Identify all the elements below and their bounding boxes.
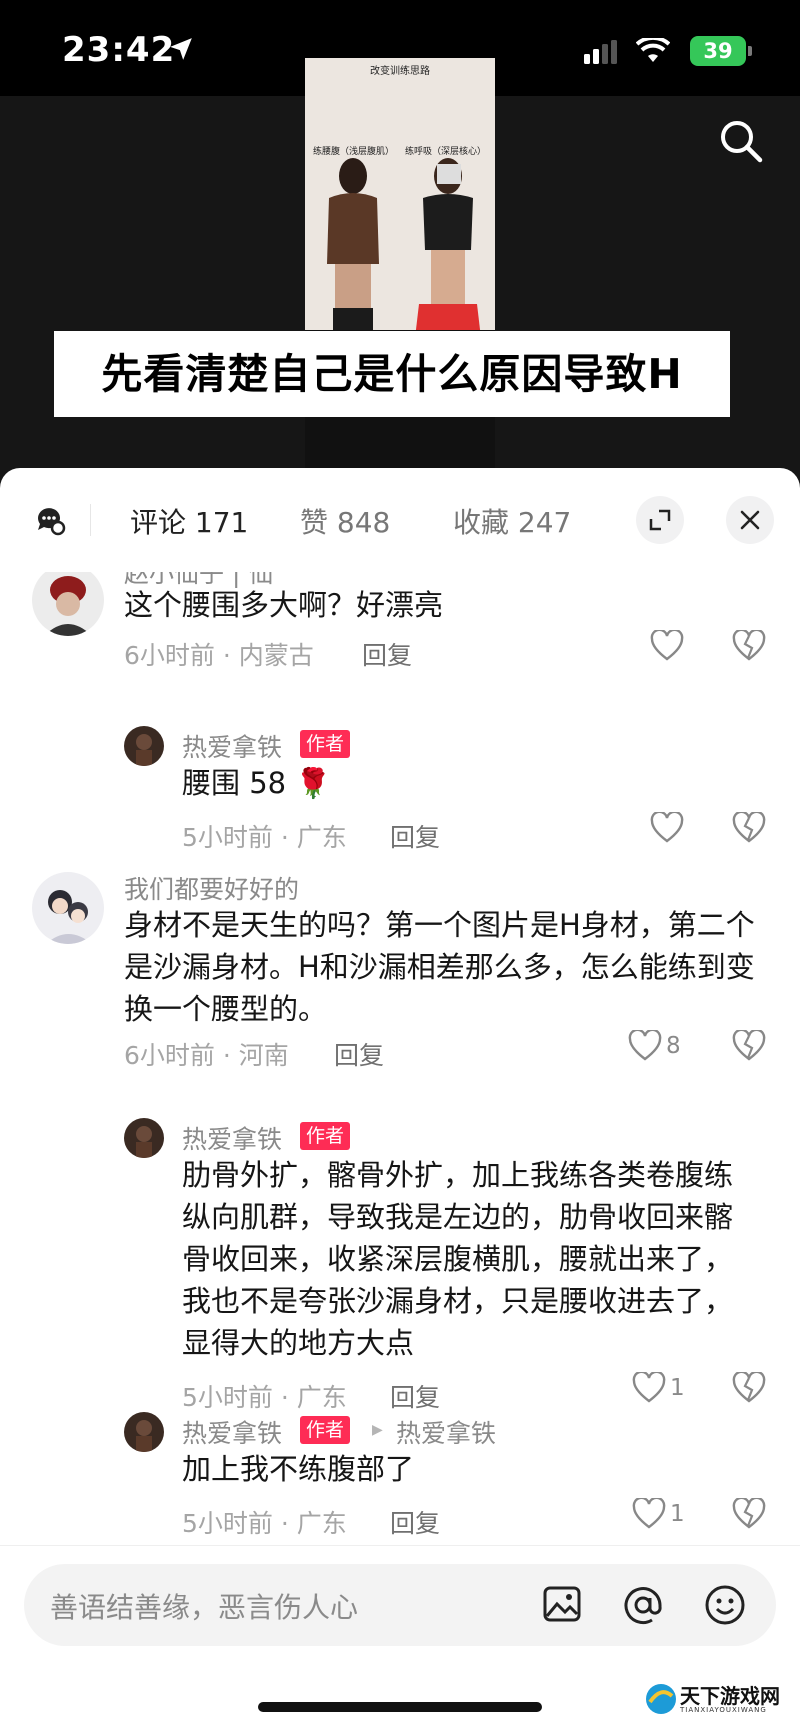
reply-to-arrow-icon: ▶ [372, 1422, 383, 1438]
broken-heart-icon[interactable] [732, 630, 766, 662]
comment-time-location: 6小时前 · 河南 [124, 1041, 289, 1070]
comment-username[interactable]: 我们都要好好的 [124, 870, 299, 906]
home-indicator[interactable] [258, 1702, 542, 1712]
like-count: 8 [666, 1033, 681, 1059]
comment-input[interactable]: 善语结善缘，恶言伤人心 [24, 1564, 776, 1646]
comment-sheet: 评论 171 赞 848 收藏 247 赵小仙子 | 仙 这个腰围多大啊？好漂亮… [0, 468, 800, 1731]
watermark-subtext: TIANXIAYOUXIWANG [680, 1706, 767, 1714]
header-divider [90, 504, 91, 536]
emoji-icon[interactable] [704, 1584, 746, 1626]
close-icon [740, 510, 760, 530]
sheet-header: 评论 171 赞 848 收藏 247 [0, 468, 800, 572]
like-button[interactable] [650, 630, 688, 662]
watermark-logo: 天下游戏网 TIANXIAYOUXIWANG [640, 1678, 800, 1728]
like-count: 1 [670, 1501, 685, 1527]
broken-heart-icon[interactable] [732, 1030, 766, 1062]
tab-comments[interactable]: 评论 171 [130, 501, 248, 541]
reply-username[interactable]: 热爱拿铁 [182, 728, 282, 764]
battery-indicator: 39 [690, 36, 746, 66]
avatar[interactable] [32, 572, 104, 636]
status-time: 23:42 [62, 30, 176, 70]
comment-list: 赵小仙子 | 仙 这个腰围多大啊？好漂亮 6小时前 · 内蒙古 回复 热爱拿铁 … [0, 572, 800, 1572]
reply-text: 肋骨外扩，髂骨外扩，加上我练各类卷腹练纵向肌群，导致我是左边的，肋骨收回来髂骨收… [182, 1158, 734, 1360]
comment-time-location: 6小时前 · 内蒙古 [124, 641, 314, 670]
author-badge: 作者 [300, 730, 351, 758]
image-icon[interactable] [542, 1584, 582, 1624]
watermark-icon [646, 1684, 676, 1714]
reply-username[interactable]: 热爱拿铁 [182, 1120, 282, 1156]
author-badge: 作者 [300, 1416, 351, 1444]
reply-text-content: 腰围 58 [182, 766, 287, 800]
chat-settings-icon[interactable] [34, 504, 66, 536]
reply-time-location: 5小时前 · 广东 [182, 1383, 347, 1412]
at-icon[interactable] [622, 1584, 664, 1626]
avatar[interactable] [124, 1412, 164, 1452]
figure-left-image [327, 158, 379, 330]
reply-button[interactable]: 回复 [334, 1036, 384, 1072]
reply-button[interactable]: 回复 [390, 1504, 440, 1540]
heart-icon [628, 1030, 662, 1061]
tab-likes[interactable]: 赞 848 [300, 501, 390, 541]
reply-button[interactable]: 回复 [362, 636, 412, 672]
author-badge: 作者 [300, 1122, 351, 1150]
like-button[interactable]: 8 [628, 1030, 681, 1062]
broken-heart-icon[interactable] [732, 1498, 766, 1530]
expand-icon [649, 509, 671, 531]
reply-button[interactable]: 回复 [390, 1378, 440, 1414]
comment-text: 身材不是天生的吗？第一个图片是H身材，第二个是沙漏身材。H和沙漏相差那么多，怎么… [124, 908, 755, 1026]
reply-text: 腰围 58 🌹 [182, 762, 742, 804]
rose-emoji: 🌹 [295, 766, 332, 800]
heart-icon [632, 1498, 666, 1529]
figure-right-image [415, 158, 481, 330]
like-button[interactable]: 1 [632, 1498, 685, 1530]
broken-heart-icon[interactable] [732, 1372, 766, 1404]
like-button[interactable] [650, 812, 688, 844]
thumbnail-title: 改变训练思路 [370, 66, 430, 77]
location-arrow-icon [170, 38, 192, 60]
expand-button[interactable] [636, 496, 684, 544]
avatar[interactable] [124, 1118, 164, 1158]
reply-to-username[interactable]: 热爱拿铁 [396, 1414, 496, 1450]
heart-icon [650, 630, 684, 661]
heart-icon [650, 812, 684, 843]
avatar[interactable] [124, 726, 164, 766]
like-button[interactable]: 1 [632, 1372, 685, 1404]
reply-username[interactable]: 热爱拿铁 [182, 1414, 282, 1450]
comment-input-placeholder: 善语结善缘，恶言伤人心 [50, 1591, 359, 1624]
avatar[interactable] [32, 872, 104, 944]
broken-heart-icon[interactable] [732, 812, 766, 844]
cellular-signal-icon [584, 40, 617, 64]
comment-text: 这个腰围多大啊？好漂亮 [124, 588, 444, 622]
search-icon[interactable] [718, 118, 764, 164]
tab-favorites[interactable]: 收藏 247 [453, 501, 571, 541]
wifi-icon [636, 38, 670, 62]
reply-text: 加上我不练腹部了 [182, 1452, 415, 1486]
reply-time-location: 5小时前 · 广东 [182, 823, 347, 852]
reply-button[interactable]: 回复 [390, 818, 440, 854]
video-caption: 先看清楚自己是什么原因导致H [54, 331, 730, 417]
reply-time-location: 5小时前 · 广东 [182, 1509, 347, 1538]
video-thumbnail: 改变训练思路 练腰腹（浅层腹肌） 练呼吸（深层核心） [305, 58, 495, 330]
heart-icon [632, 1372, 666, 1403]
close-button[interactable] [726, 496, 774, 544]
watermark-text: 天下游戏网 [680, 1684, 780, 1708]
like-count: 1 [670, 1375, 685, 1401]
battery-tip [748, 46, 752, 56]
